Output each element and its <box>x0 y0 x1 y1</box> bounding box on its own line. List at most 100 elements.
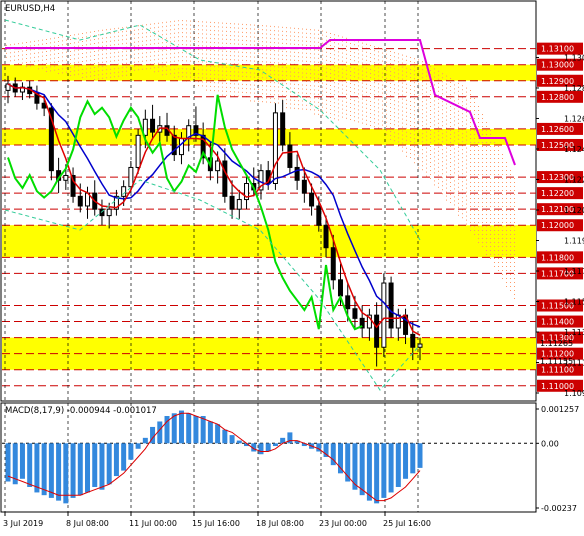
cloud-dot <box>266 29 267 31</box>
cloud-dot <box>306 68 307 70</box>
cloud-dot <box>474 210 475 211</box>
cloud-dot <box>498 166 499 167</box>
cloud-dot <box>318 65 319 67</box>
cloud-dot <box>426 107 427 109</box>
cloud-dot <box>394 132 395 134</box>
macd-bar <box>135 443 141 449</box>
cloud-dot <box>514 254 515 255</box>
cloud-dot <box>374 54 375 56</box>
cloud-dot <box>386 81 387 83</box>
cloud-dot <box>482 118 483 119</box>
cloud-dot <box>438 114 439 116</box>
cloud-dot <box>342 52 343 54</box>
cloud-dot <box>222 26 223 28</box>
cloud-dot <box>190 44 191 46</box>
cloud-dot <box>314 29 315 31</box>
cloud-dot <box>254 44 255 46</box>
cloud-dot <box>286 67 287 69</box>
cloud-dot <box>318 73 319 75</box>
cloud-dot <box>342 36 343 38</box>
cloud-dot <box>278 74 279 76</box>
cloud-dot <box>242 67 243 69</box>
cloud-dot <box>514 198 515 199</box>
cloud-dot <box>250 76 251 78</box>
cloud-dot <box>346 69 347 71</box>
cloud-dot <box>78 41 79 43</box>
cloud-dot <box>206 49 207 51</box>
cloud-dot <box>250 24 251 26</box>
cloud-dot <box>358 73 359 75</box>
cloud-dot <box>78 45 79 47</box>
cloud-dot <box>510 254 511 255</box>
cloud-dot <box>138 49 139 51</box>
cloud-dot <box>362 82 363 84</box>
cloud-dot <box>98 62 99 64</box>
cloud-dot <box>506 178 507 179</box>
cloud-dot <box>510 258 511 259</box>
cloud-dot <box>386 133 387 135</box>
cloud-dot <box>426 175 427 177</box>
cloud-dot <box>202 33 203 35</box>
candle-body <box>178 138 184 156</box>
cloud-dot <box>394 80 395 82</box>
cloud-dot <box>386 49 387 51</box>
cloud-dot <box>470 106 471 107</box>
cloud-dot <box>274 94 275 96</box>
cloud-dot <box>230 87 231 89</box>
cloud-dot <box>482 198 483 199</box>
cloud-dot <box>366 75 367 77</box>
cloud-dot <box>502 242 503 243</box>
cloud-dot <box>142 24 143 26</box>
cloud-dot <box>138 29 139 31</box>
cloud-dot <box>262 45 263 47</box>
cloud-dot <box>370 85 371 86</box>
cloud-dot <box>46 39 47 40</box>
cloud-dot <box>98 42 99 44</box>
cloud-dot <box>370 69 371 70</box>
cloud-dot <box>458 86 459 88</box>
cloud-dot <box>478 194 479 195</box>
cloud-dot <box>198 77 199 79</box>
cloud-dot <box>454 80 455 82</box>
cloud-dot <box>362 70 363 72</box>
cloud-dot <box>490 146 491 147</box>
cloud-dot <box>202 45 203 47</box>
cloud-dot <box>438 178 439 180</box>
cloud-dot <box>382 108 383 110</box>
cloud-dot <box>126 26 127 28</box>
cloud-dot <box>66 71 67 73</box>
cloud-dot <box>174 52 175 54</box>
cloud-dot <box>54 53 55 55</box>
cloud-dot <box>290 55 291 57</box>
cloud-dot <box>430 126 431 127</box>
cloud-dot <box>422 117 423 119</box>
cloud-dot <box>358 109 359 111</box>
cloud-dot <box>266 77 267 79</box>
cloud-dot <box>486 122 487 123</box>
cloud-dot <box>282 62 283 64</box>
cloud-dot <box>286 35 287 37</box>
cloud-dot <box>146 68 147 70</box>
cloud-dot <box>506 206 507 207</box>
cloud-dot <box>510 186 511 187</box>
cloud-dot <box>366 123 367 125</box>
cloud-dot <box>314 61 315 63</box>
cloud-dot <box>510 290 511 291</box>
cloud-dot <box>298 44 299 46</box>
cloud-dot <box>134 53 135 55</box>
y-tick-label: 1.12285 <box>564 175 584 184</box>
cloud-dot <box>326 103 327 105</box>
cloud-dot <box>314 77 315 79</box>
cloud-dot <box>190 60 191 62</box>
cloud-dot <box>514 190 515 191</box>
cloud-dot <box>78 57 79 59</box>
cloud-dot <box>366 111 367 113</box>
cloud-dot <box>310 41 311 43</box>
cloud-dot <box>234 95 235 97</box>
cloud-dot <box>354 100 355 102</box>
cloud-dot <box>474 222 475 223</box>
cloud-dot <box>286 79 287 81</box>
cloud-dot <box>222 42 223 44</box>
cloud-dot <box>450 182 451 183</box>
cloud-dot <box>458 94 459 96</box>
